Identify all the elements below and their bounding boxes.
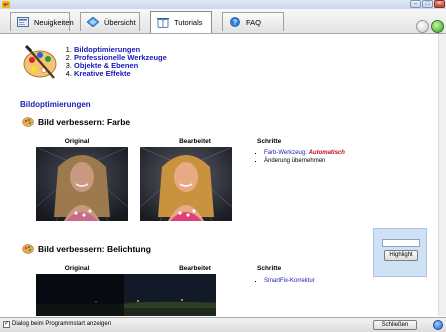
toc-link[interactable]: Kreative Effekte: [74, 69, 131, 78]
news-icon: [17, 17, 29, 27]
minimize-button[interactable]: –: [410, 0, 421, 8]
color-palette-icon: [22, 117, 34, 127]
highlight-button[interactable]: Highlight: [384, 250, 418, 261]
steps-list: Farb-Werkzeug: Automatisch Änderung über…: [257, 150, 345, 165]
step-item: Farb-Werkzeug: Automatisch: [264, 150, 345, 158]
edited-photo: [140, 147, 232, 221]
app-icon: [2, 1, 10, 8]
step-link[interactable]: SmartFix-Korrektur: [264, 278, 315, 284]
color-palette-icon: [22, 244, 34, 254]
original-photo: [36, 147, 128, 221]
tab-tutorials[interactable]: Tutorials: [150, 11, 212, 33]
tab-label: Tutorials: [174, 18, 203, 27]
original-photo-exposure: [36, 274, 128, 316]
steps-label: Schritte: [257, 138, 282, 145]
step-value: Automatisch: [308, 150, 345, 156]
tab-uebersicht[interactable]: Übersicht: [80, 12, 140, 31]
tab-neuigkeiten[interactable]: Neuigkeiten: [10, 12, 74, 31]
tab-label: Übersicht: [104, 17, 136, 27]
edited-label: Bearbeitet: [179, 265, 211, 272]
lesson-heading-exposure: Bild verbessern: Belichtung: [22, 243, 151, 254]
lesson-title: Bild verbessern: Farbe: [38, 116, 131, 127]
forward-button[interactable]: [431, 20, 444, 33]
lesson-title: Bild verbessern: Belichtung: [38, 243, 151, 254]
svg-text:?: ?: [233, 19, 237, 26]
overview-icon: [87, 17, 99, 27]
step-item: Änderung übernehmen: [264, 158, 345, 166]
window-close-button[interactable]: ×: [434, 0, 445, 8]
book-icon: [157, 17, 169, 28]
tab-label: Neuigkeiten: [34, 17, 74, 27]
title-bar: – □ ×: [0, 0, 446, 9]
tab-label: FAQ: [246, 17, 262, 27]
original-label: Original: [64, 138, 90, 145]
highlight-panel: Highlight: [373, 228, 427, 277]
close-button[interactable]: Schließen: [373, 320, 417, 330]
startup-checkbox-label: Dialog beim Programmstart anzeigen: [12, 321, 112, 327]
step-text: Änderung übernehmen: [264, 157, 326, 164]
back-button[interactable]: [416, 20, 429, 33]
paint-palette-icon: [23, 44, 57, 79]
lesson-heading-color: Bild verbessern: Farbe: [22, 116, 130, 127]
steps-list: SmartFix-Korrektur: [257, 278, 315, 286]
steps-label: Schritte: [257, 265, 282, 272]
help-icon: ?: [230, 17, 240, 27]
tab-bar: Neuigkeiten Übersicht Tutorials ? FAQ: [0, 9, 446, 34]
original-label: Original: [64, 265, 90, 272]
toc-item[interactable]: Kreative Effekte: [74, 70, 167, 78]
step-link[interactable]: Farb-Werkzeug:: [264, 150, 307, 156]
tab-faq[interactable]: ? FAQ: [222, 12, 284, 31]
footer-bar: ✓ Dialog beim Programmstart anzeigen Sch…: [0, 317, 446, 332]
highlight-input[interactable]: [382, 239, 420, 247]
maximize-button[interactable]: □: [422, 0, 433, 8]
table-of-contents: Bildoptimierungen Professionelle Werkzeu…: [62, 46, 167, 78]
section-title: Bildoptimierungen: [20, 100, 91, 109]
edited-photo-exposure: [124, 274, 216, 316]
startup-checkbox[interactable]: ✓: [3, 321, 10, 328]
scrollbar[interactable]: [438, 34, 446, 316]
edited-label: Bearbeitet: [179, 138, 211, 145]
step-item: SmartFix-Korrektur: [264, 278, 315, 286]
help-button[interactable]: [433, 320, 443, 330]
